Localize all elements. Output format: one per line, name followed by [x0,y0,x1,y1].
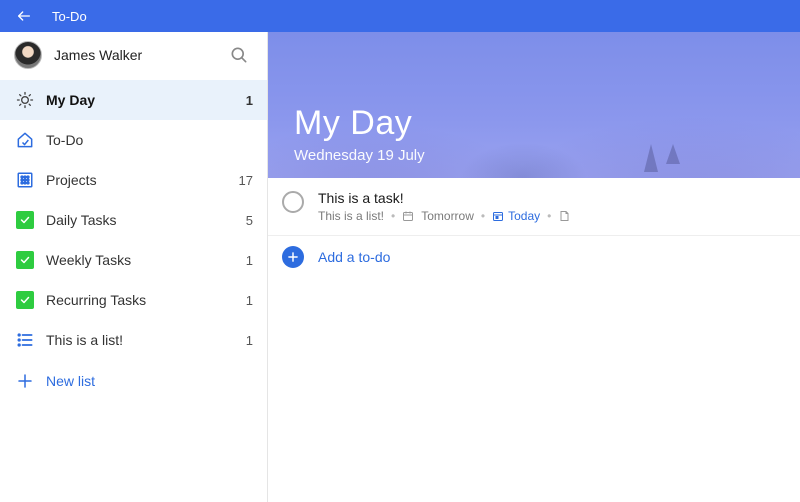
search-button[interactable] [225,41,253,69]
task-meta: This is a list! • Tomorrow • Today • [318,209,786,223]
task-due: Tomorrow [421,209,474,223]
task-list-name: This is a list! [318,209,384,223]
sidebar: James Walker My Day 1 To-Do [0,32,268,502]
sidebar-item-projects[interactable]: Projects 17 [0,160,267,200]
sidebar-lists: My Day 1 To-Do Projects 17 [0,78,267,360]
sidebar-item-label: This is a list! [46,332,235,348]
sidebar-item-label: Weekly Tasks [46,252,235,268]
home-icon [14,129,36,151]
add-todo-row[interactable]: Add a to-do [268,236,800,278]
sidebar-item-label: Projects [46,172,235,188]
sidebar-item-label: Recurring Tasks [46,292,235,308]
page-title: My Day [294,104,774,143]
plus-icon [14,370,36,392]
bullets-icon [14,329,36,351]
sidebar-item-recurring-tasks[interactable]: Recurring Tasks 1 [0,280,267,320]
sidebar-item-todo[interactable]: To-Do [0,120,267,160]
hero-banner: My Day Wednesday 19 July [268,32,800,178]
sidebar-item-weekly-tasks[interactable]: Weekly Tasks 1 [0,240,267,280]
add-icon [282,246,304,268]
titlebar: To-Do [0,0,800,32]
check-icon [14,249,36,271]
check-icon [14,289,36,311]
username: James Walker [54,47,225,63]
grid-icon [14,169,36,191]
page-date: Wednesday 19 July [294,147,774,164]
task-today-chip: Today [492,209,540,223]
back-button[interactable] [0,0,48,32]
sidebar-item-label: To-Do [46,132,235,148]
new-list-button[interactable]: New list [0,360,267,402]
sidebar-item-label: My Day [46,92,235,108]
add-todo-label: Add a to-do [318,249,390,265]
profile-row[interactable]: James Walker [0,32,267,78]
main: My Day Wednesday 19 July This is a task!… [268,32,800,502]
sun-icon [14,89,36,111]
sidebar-item-count: 5 [235,213,253,228]
sidebar-item-custom-list[interactable]: This is a list! 1 [0,320,267,360]
task-checkbox[interactable] [282,191,304,213]
sidebar-item-count: 1 [235,333,253,348]
sidebar-item-my-day[interactable]: My Day 1 [0,80,267,120]
calendar-today-icon [492,210,504,222]
sidebar-item-count: 1 [235,293,253,308]
task-row[interactable]: This is a task! This is a list! • Tomorr… [268,178,800,236]
new-list-label: New list [46,373,95,389]
sidebar-item-daily-tasks[interactable]: Daily Tasks 5 [0,200,267,240]
sidebar-item-count: 17 [235,173,253,188]
calendar-icon [402,210,414,222]
avatar [14,41,42,69]
sidebar-item-count: 1 [235,253,253,268]
check-icon [14,209,36,231]
sidebar-item-label: Daily Tasks [46,212,235,228]
sidebar-item-count: 1 [235,93,253,108]
app-title: To-Do [48,9,87,24]
arrow-left-icon [16,8,32,24]
search-icon [229,45,249,65]
note-icon [558,210,570,222]
task-title: This is a task! [318,190,786,206]
